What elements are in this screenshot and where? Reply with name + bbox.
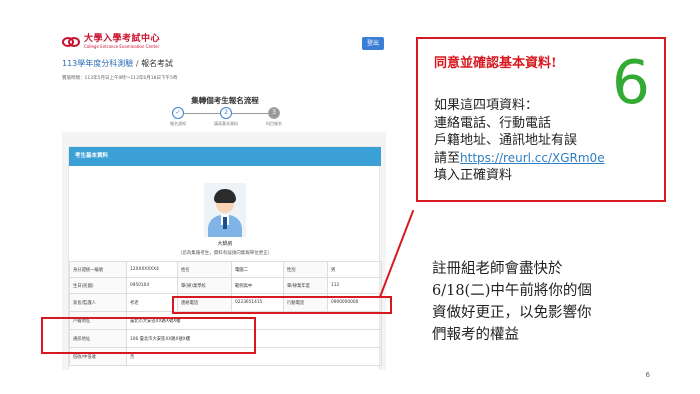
student-avatar [204, 183, 246, 237]
step-3-label: 科目報名 [266, 121, 282, 126]
name-label: 姓名 [177, 261, 232, 278]
mobile-label: 行動電話 [283, 293, 328, 312]
ceec-logo: 大學入學考試中心 College Entrance Examination Ce… [62, 35, 160, 49]
callout-line: 填入正確資料 [434, 168, 513, 183]
guardian-label: 家長/監護人 [69, 293, 127, 312]
callout-line: 戶籍地址、通訊地址有誤 [434, 133, 578, 148]
grad-year-label: 畢/肄業年度 [283, 277, 328, 294]
callout-body: 如果這四項資料： 連絡電話、行動電話 戶籍地址、通訊地址有誤 請至https:/… [434, 97, 666, 185]
mailing-address-label: 通訊地址 [69, 329, 127, 348]
progress-steps: ✓ 2 3 報名須知 填寫基本資料 科目報名 [168, 107, 282, 129]
step-2-circle: 2 [220, 107, 232, 119]
logout-button[interactable]: 登出 [362, 37, 384, 50]
phone-value: 0223651415 [231, 293, 284, 312]
birthday-value: 0950104 [126, 277, 178, 294]
household-address-value: 臺北市大安區XX路X號X樓 [126, 311, 382, 330]
flow-title: 集轉個考生報名流程 [191, 96, 259, 105]
table-row: 戶籍地址 臺北市大安區XX路X號X樓 [69, 311, 382, 330]
correction-link[interactable]: https://reurl.cc/XGRm0e [460, 151, 605, 165]
logo-text-cn: 大學入學考試中心 [84, 34, 161, 44]
title-separator: / [133, 59, 142, 68]
note-line: 6/18(二)中午前將你的個 [432, 283, 592, 299]
step-connector [184, 113, 220, 114]
low-income-value: 否 [126, 347, 382, 366]
household-address-label: 戶籍地址 [69, 311, 127, 330]
step-connector [232, 113, 268, 114]
grad-year-value: 112 [327, 277, 382, 294]
school-label: 畢(肄)業學校 [177, 277, 232, 294]
note-line: 註冊組老師會盡快於 [432, 261, 563, 277]
id-value: 12XXXXXXX4 [126, 261, 178, 278]
table-row: 家長/監護人 考老 連絡電話 0223651415 行動電話 090000000… [69, 293, 382, 312]
table-row: 生日(民國) 0950104 畢(肄)業學校 範例高中 畢/肄業年度 112 [69, 277, 382, 294]
page-number: 6 [645, 371, 650, 379]
callout-title: 同意並確認基本資料! [434, 56, 557, 71]
name-value: 電腦二 [231, 261, 284, 278]
note-line: 資做好更正，以免影響你 [432, 305, 592, 321]
low-income-label: 低收/中低收 [69, 347, 127, 366]
guardian-value: 考老 [126, 293, 178, 312]
registration-screenshot: 大學入學考試中心 College Entrance Examination Ce… [56, 30, 394, 370]
table-row: 身分證統一編號 12XXXXXXX4 姓名 電腦二 性別 男 [69, 261, 382, 278]
student-name: 大鍋房 [217, 241, 233, 247]
id-label: 身分證統一編號 [69, 261, 127, 278]
gender-label: 性別 [283, 261, 328, 278]
table-row: 低收/中低收 否 [69, 347, 382, 366]
step-1-label: 報名須知 [170, 121, 186, 126]
exam-title: 113學年度分科測驗 / 報名考試 [62, 58, 173, 69]
student-note: （您為集報考生，資料有誤請向集報單位更正） [177, 251, 273, 256]
gender-value: 男 [327, 261, 382, 278]
exam-period: 實施時間：113年5月日上午9時～113年6月18日下午5時 [62, 76, 178, 81]
callout-prefix: 請至 [434, 150, 461, 166]
exam-title-sub: 報名考試 [141, 59, 174, 68]
logo-text-en: College Entrance Examination Center [84, 44, 160, 49]
instruction-callout: 同意並確認基本資料! 6 如果這四項資料： 連絡電話、行動電話 戶籍地址、通訊地… [416, 37, 666, 202]
birthday-label: 生日(民國) [69, 277, 127, 294]
phone-label: 連絡電話 [177, 293, 232, 312]
callout-line: 如果這四項資料： [434, 98, 539, 113]
callout-line: 連絡電話、行動電話 [434, 115, 552, 131]
profile-card: 考生基本資料 大鍋房 （您為集報考生，資料有誤請向集報單位更正） 身分證統一編號… [62, 132, 386, 370]
exam-title-main[interactable]: 113學年度分科測驗 [62, 59, 133, 68]
student-info-table: 身分證統一編號 12XXXXXXX4 姓名 電腦二 性別 男 生日(民國) 09… [69, 261, 382, 366]
school-value: 範例高中 [231, 277, 284, 294]
step-1-check-icon: ✓ [172, 107, 184, 119]
mobile-value: 0900000000 [327, 293, 382, 312]
step-2-label: 填寫基本資料 [214, 121, 238, 126]
teacher-note: 註冊組老師會盡快於 6/18(二)中午前將你的個 資做好更正，以免影響你 們報考… [432, 258, 662, 346]
table-row: 通訊地址 106 臺北市大安區XX路X號X樓 [69, 329, 382, 348]
callout-line: 請至https://reurl.cc/XGRm0e [434, 150, 666, 168]
site-header: 大學入學考試中心 College Entrance Examination Ce… [56, 30, 394, 58]
step-3-circle: 3 [268, 107, 280, 119]
card-title: 考生基本資料 [69, 147, 381, 166]
note-line: 們報考的權益 [432, 327, 519, 343]
mailing-address-value: 106 臺北市大安區XX路X號X樓 [126, 329, 382, 348]
logo-icon [62, 35, 80, 49]
